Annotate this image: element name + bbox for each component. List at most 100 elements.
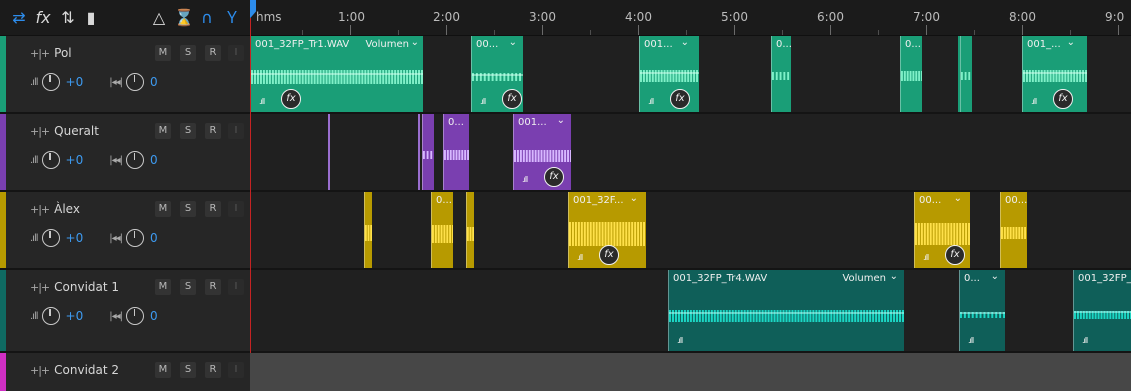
mute-button[interactable]: M bbox=[155, 123, 171, 139]
audio-clip[interactable]: 0... bbox=[443, 114, 469, 190]
marker-icon[interactable]: Ｙ bbox=[224, 8, 240, 28]
lane-convidat-1[interactable]: 001_32FP_Tr4.WAV Volumen ⌄ .ıll 0... ⌄ .… bbox=[250, 270, 1131, 353]
multitrack-timeline[interactable]: hms 1:00 2:00 3:00 4:00 5:00 6:00 7:00 8… bbox=[250, 0, 1131, 391]
audio-clip[interactable]: 0... bbox=[900, 36, 922, 112]
metronome-icon[interactable]: △ bbox=[150, 8, 168, 28]
volume-value[interactable]: +0 bbox=[66, 309, 84, 323]
volume-value[interactable]: +0 bbox=[66, 153, 84, 167]
pan-value[interactable]: 0 bbox=[150, 153, 158, 167]
chevron-down-icon[interactable]: ⌄ bbox=[557, 115, 565, 126]
record-arm-button[interactable]: R bbox=[205, 362, 221, 378]
audio-clip[interactable] bbox=[466, 192, 474, 268]
pan-knob[interactable] bbox=[126, 307, 144, 325]
track-header-convidat-2[interactable]: +|+ Convidat 2 M S R I bbox=[0, 353, 250, 391]
grip-icon[interactable]: +|+ bbox=[30, 47, 50, 60]
clip-gain-icon[interactable]: .ıll bbox=[259, 97, 265, 106]
volume-knob[interactable] bbox=[41, 73, 60, 91]
volume-knob[interactable] bbox=[41, 229, 60, 247]
clip-volume-label[interactable]: Volumen bbox=[365, 39, 409, 50]
tempo-icon[interactable]: ⌛ bbox=[174, 8, 194, 28]
audio-clip[interactable]: 00... bbox=[1000, 192, 1027, 268]
track-name[interactable]: +|+ Convidat 1 bbox=[30, 280, 119, 294]
audio-clip[interactable]: 001_32FP_Tr4.WAV Volumen ⌄ .ıll bbox=[668, 270, 904, 351]
track-name[interactable]: +|+ Pol bbox=[30, 46, 72, 60]
chevron-down-icon[interactable]: ⌄ bbox=[954, 193, 962, 204]
clip-fx-icon[interactable]: fx bbox=[544, 167, 564, 187]
mute-button[interactable]: M bbox=[155, 362, 171, 378]
meter-bars-icon[interactable]: ▮ bbox=[82, 8, 100, 28]
audio-clip[interactable]: 00... ⌄ .ıll fx bbox=[914, 192, 970, 268]
clip-fx-icon[interactable]: fx bbox=[670, 89, 690, 109]
clip-sliver[interactable] bbox=[328, 114, 330, 190]
clip-gain-icon[interactable]: .ıll bbox=[522, 175, 528, 184]
solo-button[interactable]: S bbox=[180, 201, 196, 217]
track-header-alex[interactable]: +|+ Àlex M S R I .ıll +0 |◂◂| 0 bbox=[0, 192, 250, 270]
chevron-down-icon[interactable]: ⌄ bbox=[509, 37, 517, 48]
track-header-pol[interactable]: +|+ Pol M S R I .ıll +0 |◂◂| 0 bbox=[0, 36, 250, 114]
track-name[interactable]: +|+ Convidat 2 bbox=[30, 363, 119, 377]
pan-value[interactable]: 0 bbox=[150, 231, 158, 245]
input-monitor-button[interactable]: I bbox=[228, 123, 244, 139]
audio-clip[interactable]: 00... ⌄ .ıll fx bbox=[471, 36, 523, 112]
volume-knob[interactable] bbox=[41, 151, 60, 169]
input-monitor-button[interactable]: I bbox=[228, 362, 244, 378]
audio-clip[interactable]: 001... ⌄ .ıll fx bbox=[513, 114, 571, 190]
clip-fx-icon[interactable]: fx bbox=[1053, 89, 1073, 109]
solo-button[interactable]: S bbox=[180, 279, 196, 295]
pan-knob[interactable] bbox=[126, 151, 144, 169]
clip-fx-icon[interactable]: fx bbox=[599, 245, 619, 265]
mute-button[interactable]: M bbox=[155, 279, 171, 295]
clip-sliver[interactable] bbox=[418, 114, 420, 190]
solo-button[interactable]: S bbox=[180, 362, 196, 378]
audio-clip[interactable]: 001_... ⌄ .ıll fx bbox=[1022, 36, 1087, 112]
grip-icon[interactable]: +|+ bbox=[30, 125, 50, 138]
pan-knob[interactable] bbox=[126, 229, 144, 247]
audio-clip[interactable] bbox=[960, 36, 972, 112]
mute-button[interactable]: M bbox=[155, 201, 171, 217]
clip-gain-icon[interactable]: .ıll bbox=[480, 97, 486, 106]
clip-gain-icon[interactable]: .ıll bbox=[677, 336, 683, 345]
grip-icon[interactable]: +|+ bbox=[30, 203, 50, 216]
audio-clip[interactable] bbox=[364, 192, 372, 268]
audio-clip[interactable]: 001_32FP_Tr1.WAV Volumen ⌄ .ıll fx bbox=[250, 36, 423, 112]
pan-knob[interactable] bbox=[126, 73, 144, 91]
record-arm-button[interactable]: R bbox=[205, 45, 221, 61]
input-output-icon[interactable]: ⇅ bbox=[58, 8, 78, 28]
clip-volume-label[interactable]: Volumen bbox=[842, 273, 886, 284]
audio-clip[interactable]: 0... ⌄ .ıll bbox=[959, 270, 1005, 351]
move-arrows-icon[interactable]: ⇄ bbox=[8, 8, 30, 28]
clip-gain-icon[interactable]: .ıll bbox=[1031, 97, 1037, 106]
audio-clip[interactable]: 001_32F... ⌄ .ıll fx bbox=[568, 192, 646, 268]
chevron-down-icon[interactable]: ⌄ bbox=[630, 193, 638, 204]
clip-gain-icon[interactable]: .ıll bbox=[968, 336, 974, 345]
track-header-convidat-1[interactable]: +|+ Convidat 1 M S R I .ıll +0 |◂◂| 0 bbox=[0, 270, 250, 353]
clip-gain-icon[interactable]: .ıll bbox=[923, 253, 929, 262]
track-header-queralt[interactable]: +|+ Queralt M S R I .ıll +0 |◂◂| 0 bbox=[0, 114, 250, 192]
clip-fx-icon[interactable]: fx bbox=[945, 245, 965, 265]
mute-button[interactable]: M bbox=[155, 45, 171, 61]
audio-clip[interactable] bbox=[422, 114, 434, 190]
grip-icon[interactable]: +|+ bbox=[30, 364, 50, 377]
audio-clip[interactable]: 0... bbox=[431, 192, 453, 268]
playhead-line[interactable] bbox=[250, 18, 251, 353]
lane-queralt[interactable]: 0... 001... ⌄ .ıll fx bbox=[250, 114, 1131, 192]
chevron-down-icon[interactable]: ⌄ bbox=[890, 271, 898, 282]
clip-gain-icon[interactable]: .ıll bbox=[1082, 336, 1088, 345]
track-name[interactable]: +|+ Queralt bbox=[30, 124, 99, 138]
clip-gain-icon[interactable]: .ıll bbox=[648, 97, 654, 106]
lane-convidat-2[interactable] bbox=[250, 353, 1131, 391]
input-monitor-button[interactable]: I bbox=[228, 45, 244, 61]
clip-fx-icon[interactable]: fx bbox=[502, 89, 522, 109]
chevron-down-icon[interactable]: ⌄ bbox=[1067, 37, 1075, 48]
record-arm-button[interactable]: R bbox=[205, 279, 221, 295]
time-ruler[interactable]: hms 1:00 2:00 3:00 4:00 5:00 6:00 7:00 8… bbox=[250, 0, 1131, 36]
fx-icon[interactable]: fx bbox=[34, 8, 52, 28]
solo-button[interactable]: S bbox=[180, 45, 196, 61]
lane-alex[interactable]: 0... 001_32F... ⌄ .ıll fx 00... ⌄ .ıll f… bbox=[250, 192, 1131, 270]
grip-icon[interactable]: +|+ bbox=[30, 281, 50, 294]
pan-value[interactable]: 0 bbox=[150, 75, 158, 89]
audio-clip[interactable]: 001... ⌄ .ıll fx bbox=[639, 36, 699, 112]
audio-clip[interactable]: 0... bbox=[771, 36, 791, 112]
volume-value[interactable]: +0 bbox=[66, 75, 84, 89]
chevron-down-icon[interactable]: ⌄ bbox=[411, 37, 419, 48]
